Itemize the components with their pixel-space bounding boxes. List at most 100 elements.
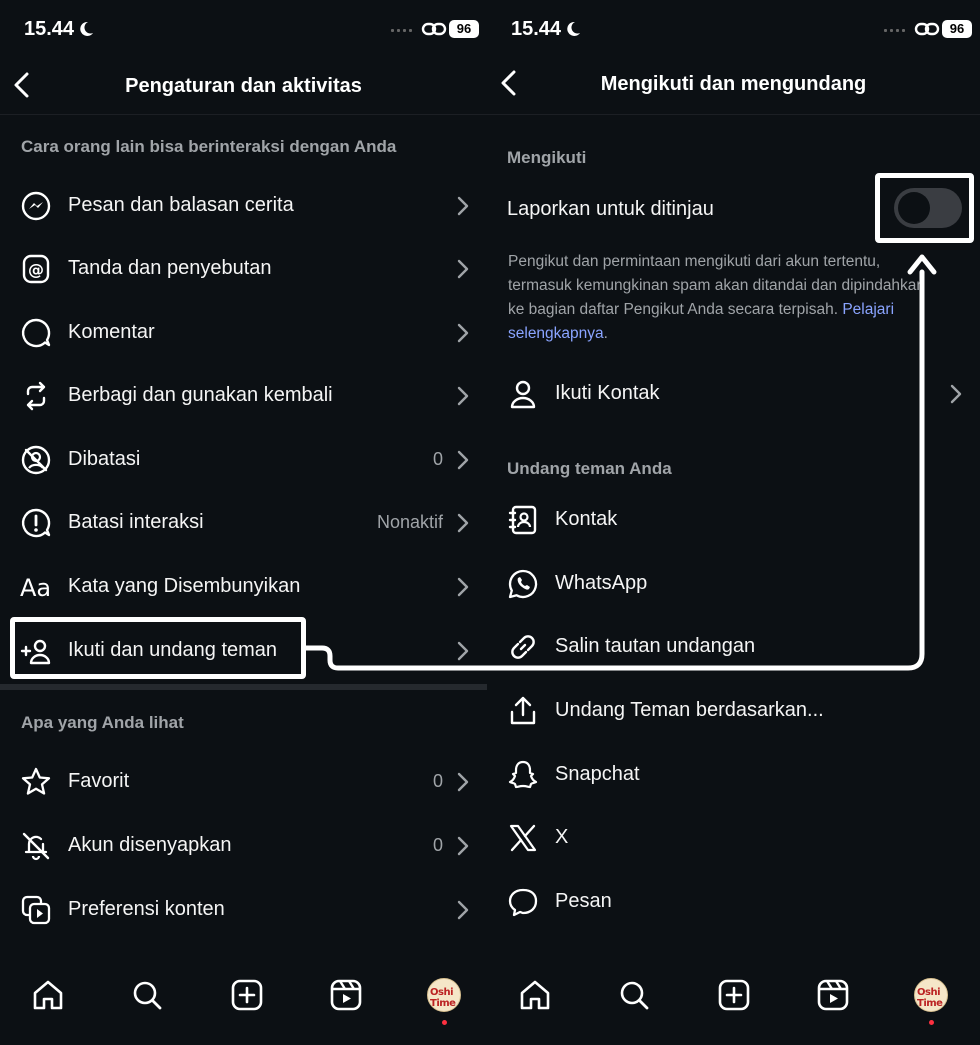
- share-reuse-icon: [26, 381, 46, 411]
- invite-item-copy-link[interactable]: Salin tautan undangan: [487, 617, 980, 677]
- section-label-invite-friends: Undang teman Anda: [507, 459, 672, 478]
- star-icon: [21, 767, 51, 795]
- header-divider: [487, 114, 980, 115]
- settings-item-value: Nonaktif: [376, 512, 443, 532]
- follow-contacts-row[interactable]: Ikuti Kontak: [487, 364, 980, 424]
- header-divider: [0, 114, 487, 115]
- invite-item-label: Undang Teman berdasarkan...: [555, 699, 824, 721]
- page-title: Mengikuti dan mengundang: [600, 73, 867, 95]
- settings-item-content-preferences[interactable]: Preferensi konten: [0, 880, 487, 940]
- create-icon[interactable]: [230, 978, 264, 1012]
- settings-item-sharing[interactable]: Berbagi dan gunakan kembali: [0, 366, 487, 426]
- profile-avatar[interactable]: Oshi Time: [914, 978, 948, 1012]
- messenger-icon: [21, 191, 51, 221]
- create-icon[interactable]: [717, 978, 751, 1012]
- following-inviting-panel: 15.44 96 Mengikuti dan mengundang Mengik…: [487, 0, 980, 1045]
- hidden-words-icon: Aa: [20, 574, 52, 602]
- status-bar: 15.44 96: [0, 14, 487, 44]
- reels-icon[interactable]: [329, 978, 363, 1012]
- chevron-right-icon: [457, 196, 469, 216]
- restricted-icon: [21, 445, 51, 475]
- snapchat-icon: [508, 760, 538, 789]
- chevron-right-icon: [457, 900, 469, 920]
- invite-item-snapchat[interactable]: Snapchat: [487, 745, 980, 805]
- whatsapp-icon: [508, 569, 538, 599]
- x-icon: [509, 824, 537, 852]
- highlight-box-toggle: [875, 173, 974, 243]
- profile-avatar[interactable]: Oshi Time: [427, 978, 461, 1012]
- invite-item-label: Kontak: [555, 508, 618, 530]
- muted-bell-icon: [22, 832, 50, 861]
- moon-icon: [567, 21, 581, 36]
- settings-item-limit-interactions[interactable]: Batasi interaksi Nonaktif: [0, 493, 487, 553]
- invite-item-x[interactable]: X: [487, 808, 980, 868]
- bottom-navigation: Oshi Time: [0, 964, 487, 1045]
- invite-item-label: Salin tautan undangan: [555, 635, 756, 657]
- settings-item-hidden-words[interactable]: Aa Kata yang Disembunyikan: [0, 557, 487, 617]
- search-icon[interactable]: [617, 978, 651, 1012]
- settings-item-value: 0: [432, 771, 443, 791]
- home-icon[interactable]: [518, 978, 552, 1012]
- section-label-interactions: Cara orang lain bisa berinteraksi dengan…: [21, 137, 397, 156]
- invite-item-contacts[interactable]: Kontak: [487, 490, 980, 550]
- invite-item-label: Pesan: [555, 890, 612, 912]
- svg-text:@: @: [28, 260, 44, 279]
- settings-item-favorites[interactable]: Favorit 0: [0, 752, 487, 812]
- chevron-right-icon: [457, 513, 469, 533]
- settings-item-label: Kata yang Disembunyikan: [68, 575, 301, 597]
- invite-item-label: WhatsApp: [555, 572, 648, 594]
- settings-item-messages[interactable]: Pesan dan balasan cerita: [0, 176, 487, 236]
- comment-icon: [21, 318, 51, 348]
- content-preferences-icon: [21, 895, 51, 925]
- signal-icon: [391, 28, 413, 32]
- reels-icon[interactable]: [816, 978, 850, 1012]
- battery-indicator: 96: [449, 20, 479, 38]
- contacts-book-icon: [508, 505, 537, 535]
- message-bubble-icon: [508, 888, 538, 917]
- highlight-box-follow-invite: [10, 617, 306, 679]
- link-status-icon: [421, 22, 447, 36]
- settings-item-value: 0: [432, 449, 443, 469]
- settings-item-label: Pesan dan balasan cerita: [68, 194, 294, 216]
- follow-contacts-label: Ikuti Kontak: [555, 382, 660, 404]
- invite-item-label: X: [555, 826, 569, 848]
- section-divider: [0, 684, 487, 690]
- invite-item-whatsapp[interactable]: WhatsApp: [487, 554, 980, 614]
- chevron-right-icon: [457, 323, 469, 343]
- settings-item-label: Batasi interaksi: [68, 511, 204, 533]
- chevron-right-icon: [457, 577, 469, 597]
- settings-item-tags[interactable]: @ Tanda dan penyebutan: [0, 239, 487, 299]
- status-time: 15.44: [24, 18, 94, 41]
- header: Pengaturan dan aktivitas: [0, 62, 487, 112]
- settings-item-label: Dibatasi: [68, 448, 141, 470]
- search-icon[interactable]: [130, 978, 164, 1012]
- invite-item-share[interactable]: Undang Teman berdasarkan...: [487, 681, 980, 741]
- settings-item-label: Akun disenyapkan: [68, 834, 232, 856]
- link-icon: [511, 635, 535, 659]
- at-icon: @: [22, 254, 50, 284]
- settings-item-label: Berbagi dan gunakan kembali: [68, 384, 333, 406]
- settings-item-muted-accounts[interactable]: Akun disenyapkan 0: [0, 816, 487, 876]
- chevron-right-icon: [457, 641, 469, 661]
- signal-icon: [884, 28, 906, 32]
- settings-item-comments[interactable]: Komentar: [0, 303, 487, 363]
- home-icon[interactable]: [31, 978, 65, 1012]
- chevron-right-icon: [457, 386, 469, 406]
- report-description: Pengikut dan permintaan mengikuti dari a…: [508, 253, 926, 342]
- settings-activity-panel: 15.44 96 Pengaturan dan aktivitas Cara o…: [0, 0, 487, 1045]
- settings-item-label: Tanda dan penyebutan: [68, 257, 272, 279]
- settings-item-restricted[interactable]: Dibatasi 0: [0, 430, 487, 490]
- status-bar: 15.44 96: [487, 14, 980, 44]
- settings-item-value: 0: [432, 835, 443, 855]
- settings-item-label: Preferensi konten: [68, 898, 225, 920]
- person-icon: [510, 380, 536, 409]
- chevron-right-icon: [457, 259, 469, 279]
- section-label-following: Mengikuti: [507, 148, 587, 167]
- report-for-review-label: Laporkan untuk ditinjau: [507, 198, 714, 220]
- invite-item-messages[interactable]: Pesan: [487, 872, 980, 932]
- status-time: 15.44: [511, 18, 581, 41]
- section-label-what-you-see: Apa yang Anda lihat: [21, 713, 184, 732]
- limit-interactions-icon: [21, 508, 51, 538]
- invite-item-label: Snapchat: [555, 763, 640, 785]
- notification-dot: [929, 1020, 934, 1025]
